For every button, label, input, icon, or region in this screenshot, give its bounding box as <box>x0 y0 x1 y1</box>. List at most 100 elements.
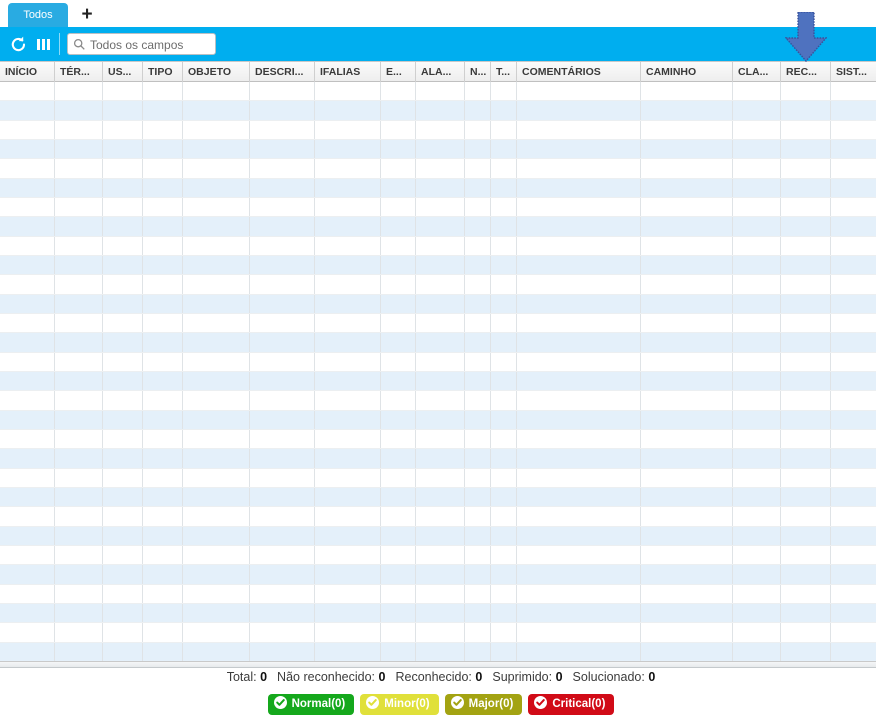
table-cell <box>517 333 641 352</box>
table-cell <box>315 410 381 429</box>
grid-column-header[interactable]: DESCRI... <box>250 62 315 82</box>
add-tab-button[interactable]: + <box>76 4 98 26</box>
table-row[interactable] <box>0 565 876 585</box>
grid-column-header[interactable]: N... <box>465 62 491 82</box>
table-row[interactable] <box>0 294 876 314</box>
severity-badge[interactable]: Major(0) <box>444 694 523 715</box>
table-row[interactable] <box>0 603 876 624</box>
table-cell <box>0 545 55 565</box>
grid-column-header[interactable]: INÍCIO <box>0 62 55 82</box>
grid-column-header[interactable]: OBJETO <box>183 62 250 82</box>
table-cell <box>143 101 183 120</box>
table-row[interactable] <box>0 197 876 218</box>
table-cell <box>733 449 781 468</box>
table-cell <box>781 159 831 178</box>
table-row[interactable] <box>0 333 876 353</box>
table-cell <box>381 623 416 642</box>
table-cell <box>517 371 641 391</box>
table-row[interactable] <box>0 623 876 643</box>
table-row[interactable] <box>0 275 876 295</box>
table-row[interactable] <box>0 82 876 102</box>
table-row[interactable] <box>0 584 876 604</box>
table-cell <box>733 410 781 429</box>
table-cell <box>517 352 641 371</box>
table-row[interactable] <box>0 410 876 430</box>
grid-column-header[interactable]: CLA... <box>733 62 781 82</box>
table-row[interactable] <box>0 429 876 450</box>
table-cell <box>0 255 55 275</box>
table-cell <box>733 603 781 623</box>
table-row[interactable] <box>0 526 876 546</box>
grid-column-header[interactable]: COMENTÁRIOS <box>517 62 641 82</box>
table-cell <box>381 603 416 623</box>
table-cell <box>315 545 381 565</box>
table-row[interactable] <box>0 120 876 140</box>
table-row[interactable] <box>0 487 876 508</box>
grid-column-header[interactable]: CAMINHO <box>641 62 733 82</box>
table-cell <box>733 139 781 159</box>
table-row[interactable] <box>0 371 876 392</box>
table-cell <box>416 255 465 275</box>
grid-column-header[interactable]: TIPO <box>143 62 183 82</box>
table-cell <box>315 565 381 584</box>
grid-column-header[interactable]: US... <box>103 62 143 82</box>
grid-column-header[interactable]: REC... <box>781 62 831 82</box>
table-cell <box>250 449 315 468</box>
table-cell <box>381 449 416 468</box>
table-row[interactable] <box>0 217 876 237</box>
status-item-value: 0 <box>260 670 268 684</box>
table-cell <box>641 82 733 101</box>
table-cell <box>183 294 250 313</box>
columns-icon[interactable] <box>33 34 55 55</box>
table-cell <box>250 333 315 352</box>
table-cell <box>0 487 55 507</box>
grid-header-row: INÍCIO TÉR... US... TIPO OBJETO DESCRI... IFAL… <box>0 61 876 82</box>
table-cell <box>381 642 416 661</box>
grid-column-header[interactable]: IFALIAS <box>315 62 381 82</box>
search-input[interactable]: Todos os campos <box>67 33 216 55</box>
grid-column-header[interactable]: T... <box>491 62 517 82</box>
table-row[interactable] <box>0 313 876 334</box>
table-cell <box>733 178 781 197</box>
table-cell <box>491 159 517 178</box>
tab-todos[interactable]: Todos <box>8 3 68 27</box>
severity-badge[interactable]: Minor(0) <box>360 694 439 715</box>
table-row[interactable] <box>0 642 876 661</box>
table-cell <box>491 120 517 139</box>
grid-horizontal-scrollbar[interactable] <box>0 662 876 668</box>
table-row[interactable] <box>0 159 876 179</box>
table-row[interactable] <box>0 255 876 276</box>
table-cell <box>315 275 381 294</box>
grid-column-header[interactable]: SIST... <box>831 62 876 82</box>
table-row[interactable] <box>0 236 876 256</box>
table-cell <box>0 623 55 642</box>
table-row[interactable] <box>0 449 876 469</box>
table-cell <box>250 82 315 101</box>
table-cell <box>0 120 55 139</box>
table-row[interactable] <box>0 468 876 488</box>
table-row[interactable] <box>0 507 876 527</box>
table-row[interactable] <box>0 391 876 411</box>
table-cell <box>55 255 103 275</box>
severity-badge[interactable]: Critical(0) <box>528 694 615 715</box>
table-cell <box>315 82 381 101</box>
table-row[interactable] <box>0 545 876 566</box>
grid-body[interactable] <box>0 82 876 662</box>
grid-column-header[interactable]: E... <box>381 62 416 82</box>
table-row[interactable] <box>0 352 876 372</box>
table-cell <box>315 120 381 139</box>
table-cell <box>143 178 183 197</box>
severity-badge[interactable]: Normal(0) <box>267 694 355 715</box>
table-cell <box>55 487 103 507</box>
table-cell <box>641 391 733 410</box>
grid-column-header[interactable]: TÉR... <box>55 62 103 82</box>
table-cell <box>183 236 250 255</box>
table-cell <box>250 487 315 507</box>
table-cell <box>250 275 315 294</box>
refresh-icon[interactable] <box>8 34 30 55</box>
grid-column-header[interactable]: ALA... <box>416 62 465 82</box>
table-row[interactable] <box>0 139 876 160</box>
table-row[interactable] <box>0 178 876 198</box>
table-row[interactable] <box>0 101 876 121</box>
table-cell <box>517 197 641 217</box>
